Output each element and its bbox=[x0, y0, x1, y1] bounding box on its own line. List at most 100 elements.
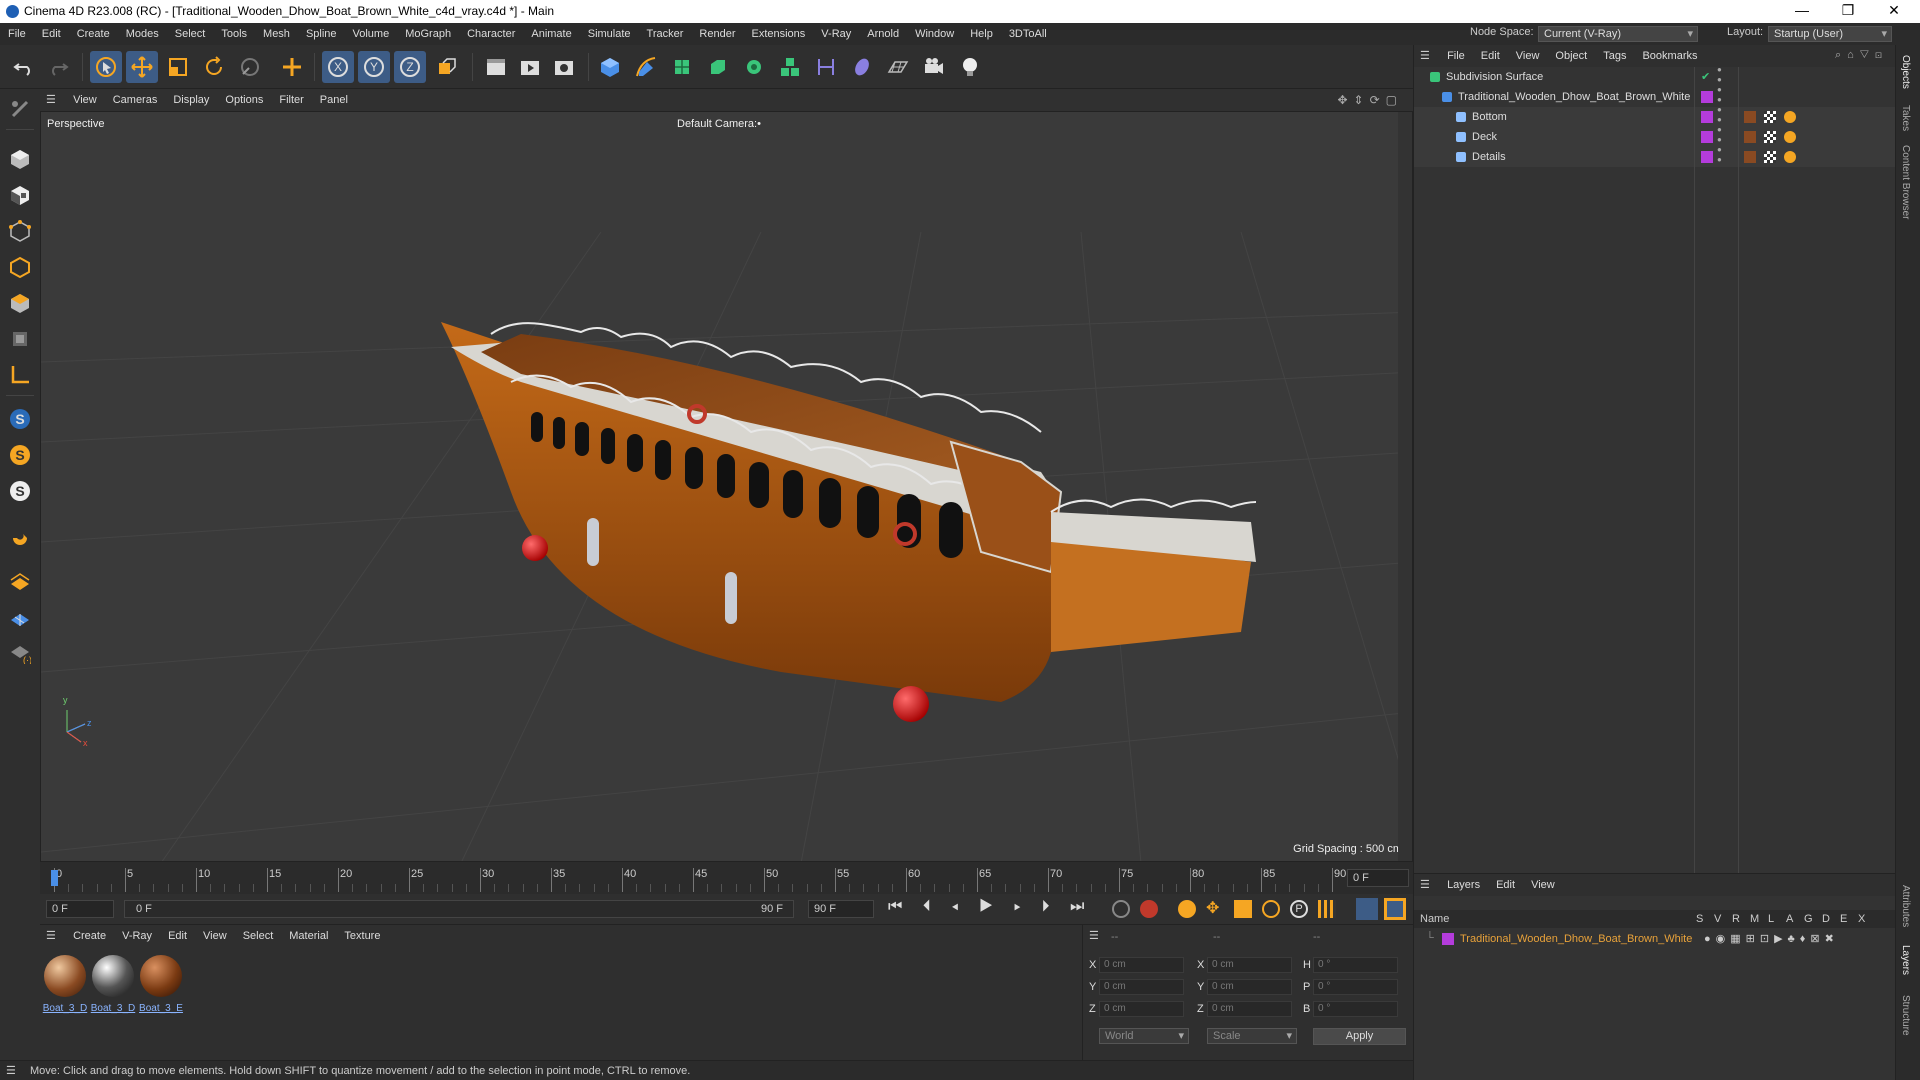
y-axis-lock-button[interactable]: Y bbox=[358, 51, 390, 83]
menu-spline[interactable]: Spline bbox=[298, 23, 345, 45]
object-name[interactable]: Details bbox=[1472, 147, 1506, 167]
recent-tools-button[interactable] bbox=[234, 51, 266, 83]
layer-color-swatch[interactable] bbox=[1442, 933, 1454, 945]
timeline-ruler[interactable]: 0 5 10 15 20 25 30 35 40 45 50 55 60 65 70 75 80 85 90 0 F bbox=[40, 862, 1413, 894]
texture-mode-button[interactable] bbox=[4, 179, 36, 211]
coordinate-system-button[interactable] bbox=[430, 51, 462, 83]
playback-controls[interactable]: ⏮ ⏴ ◂ ▶ ▸ ⏵ ⏭ bbox=[888, 898, 1092, 916]
material-tag-icon[interactable] bbox=[1744, 111, 1756, 123]
redo-button[interactable] bbox=[42, 51, 74, 83]
viewport-scrollbar[interactable] bbox=[1398, 112, 1412, 861]
vray-tag-icon[interactable] bbox=[1784, 131, 1796, 143]
layer-color-tag[interactable] bbox=[1701, 91, 1713, 103]
viewport-menu-cameras[interactable]: Cameras bbox=[105, 89, 166, 111]
grid-button[interactable] bbox=[4, 601, 36, 633]
dock-tab-objects[interactable]: Objects bbox=[1900, 55, 1911, 89]
object-row[interactable]: Deck ● ● bbox=[1414, 125, 1896, 147]
render-view-button[interactable] bbox=[480, 51, 512, 83]
material-menu-create[interactable]: Create bbox=[65, 925, 114, 947]
layers-menu-view[interactable]: View bbox=[1523, 874, 1563, 896]
coord-value-field[interactable]: 0 cm bbox=[1099, 1001, 1184, 1017]
objects-menu-edit[interactable]: Edit bbox=[1473, 45, 1508, 67]
material-swatch[interactable]: Boat_3_D bbox=[90, 955, 136, 1015]
layer-row[interactable]: └ Traditional_Wooden_Dhow_Boat_Brown_Whi… bbox=[1414, 930, 1896, 948]
coord-value-field[interactable]: 0 cm bbox=[1099, 957, 1184, 973]
menu-tracker[interactable]: Tracker bbox=[639, 23, 692, 45]
close-button[interactable]: ✕ bbox=[1872, 2, 1916, 22]
coord-value-field[interactable]: 0 cm bbox=[1099, 979, 1184, 995]
visibility-dots-icon[interactable]: ● ● bbox=[1717, 125, 1722, 145]
key-scale-icon[interactable] bbox=[1234, 900, 1252, 918]
maximize-button[interactable]: ❐ bbox=[1826, 2, 1870, 22]
coord-value-field[interactable]: 0 ° bbox=[1313, 1001, 1398, 1017]
current-frame-field[interactable]: 0 F bbox=[1347, 869, 1409, 887]
key-rotation-icon[interactable] bbox=[1262, 900, 1280, 918]
spline-pen-button[interactable] bbox=[630, 51, 662, 83]
viewport-menu-panel[interactable]: Panel bbox=[312, 89, 356, 111]
material-menu-material[interactable]: Material bbox=[281, 925, 336, 947]
vray-tag-icon[interactable] bbox=[1784, 111, 1796, 123]
deformer-button[interactable] bbox=[810, 51, 842, 83]
material-menu-icon[interactable]: ☰ bbox=[46, 929, 62, 942]
key-parameter-icon[interactable]: P bbox=[1290, 900, 1308, 918]
menu-3dtoall[interactable]: 3DToAll bbox=[1001, 23, 1055, 45]
uv-mode-button[interactable] bbox=[4, 323, 36, 355]
move-tool-button[interactable] bbox=[126, 51, 158, 83]
enabled-check-icon[interactable]: ✔ bbox=[1701, 67, 1710, 87]
material-swatch[interactable]: Boat_3_D bbox=[42, 955, 88, 1015]
next-key-icon[interactable]: ⏵ bbox=[1041, 898, 1057, 915]
coord-value-field[interactable]: 0 ° bbox=[1313, 979, 1398, 995]
playhead[interactable] bbox=[51, 870, 58, 886]
menu-simulate[interactable]: Simulate bbox=[580, 23, 639, 45]
object-row[interactable]: Details ● ● bbox=[1414, 145, 1896, 167]
undo-button[interactable] bbox=[8, 51, 40, 83]
render-to-picture-viewer-button[interactable] bbox=[514, 51, 546, 83]
coord-value-field[interactable]: 0 cm bbox=[1207, 979, 1292, 995]
render-settings-button[interactable] bbox=[548, 51, 580, 83]
visibility-dots-icon[interactable]: ● ● bbox=[1717, 85, 1722, 105]
play-icon[interactable]: ▶ bbox=[979, 898, 1001, 915]
menu-character[interactable]: Character bbox=[459, 23, 523, 45]
menu-create[interactable]: Create bbox=[69, 23, 118, 45]
quantize-button[interactable]: (·) bbox=[4, 637, 36, 669]
object-name[interactable]: Subdivision Surface bbox=[1446, 67, 1543, 87]
dock-tab-content-browser[interactable]: Content Browser bbox=[1900, 145, 1911, 219]
prev-frame-icon[interactable]: ◂ bbox=[951, 898, 966, 915]
viewport-menu-options[interactable]: Options bbox=[217, 89, 271, 111]
transform-tool-button[interactable] bbox=[276, 51, 308, 83]
make-editable-button[interactable] bbox=[4, 93, 36, 125]
layer-color-tag[interactable] bbox=[1701, 131, 1713, 143]
workplane-lock-button[interactable] bbox=[4, 521, 36, 553]
objects-menu-icon[interactable]: ☰ bbox=[1420, 49, 1436, 62]
object-row[interactable]: Traditional_Wooden_Dhow_Boat_Brown_White… bbox=[1414, 85, 1896, 107]
layers-menu-icon[interactable]: ☰ bbox=[1420, 878, 1436, 891]
material-menu-v-ray[interactable]: V-Ray bbox=[114, 925, 160, 947]
material-menu-view[interactable]: View bbox=[195, 925, 235, 947]
menu-file[interactable]: File bbox=[0, 23, 34, 45]
apply-button[interactable]: Apply bbox=[1313, 1028, 1406, 1045]
next-frame-icon[interactable]: ▸ bbox=[1014, 898, 1029, 915]
prev-key-icon[interactable]: ⏴ bbox=[923, 898, 939, 915]
camera-button[interactable] bbox=[918, 51, 950, 83]
cloner-button[interactable] bbox=[738, 51, 770, 83]
polygons-mode-button[interactable] bbox=[4, 287, 36, 319]
dock-tab-attributes[interactable]: Attributes bbox=[1900, 885, 1911, 927]
menu-modes[interactable]: Modes bbox=[118, 23, 167, 45]
keyframe-selection-icon[interactable] bbox=[1178, 900, 1196, 918]
layer-flag-icons[interactable]: ●◉▦⊞⊡▶♣♦⊠✖ bbox=[1704, 932, 1839, 945]
coord-space-dropdown[interactable]: World bbox=[1099, 1028, 1189, 1044]
layer-name[interactable]: Traditional_Wooden_Dhow_Boat_Brown_White bbox=[1460, 933, 1692, 945]
frame-range-slider[interactable]: 0 F 90 F bbox=[124, 900, 794, 918]
axis-mode-button[interactable] bbox=[4, 359, 36, 391]
material-menu-texture[interactable]: Texture bbox=[336, 925, 388, 947]
menu-mograph[interactable]: MoGraph bbox=[397, 23, 459, 45]
viewport-menu-display[interactable]: Display bbox=[165, 89, 217, 111]
menu-animate[interactable]: Animate bbox=[523, 23, 579, 45]
layers-menu-edit[interactable]: Edit bbox=[1488, 874, 1523, 896]
object-name[interactable]: Deck bbox=[1472, 127, 1497, 147]
menu-help[interactable]: Help bbox=[962, 23, 1001, 45]
menu-mesh[interactable]: Mesh bbox=[255, 23, 298, 45]
visibility-dots-icon[interactable]: ● ● bbox=[1717, 105, 1722, 125]
workplane-button[interactable] bbox=[4, 565, 36, 597]
end-frame-field[interactable]: 90 F bbox=[808, 900, 874, 918]
